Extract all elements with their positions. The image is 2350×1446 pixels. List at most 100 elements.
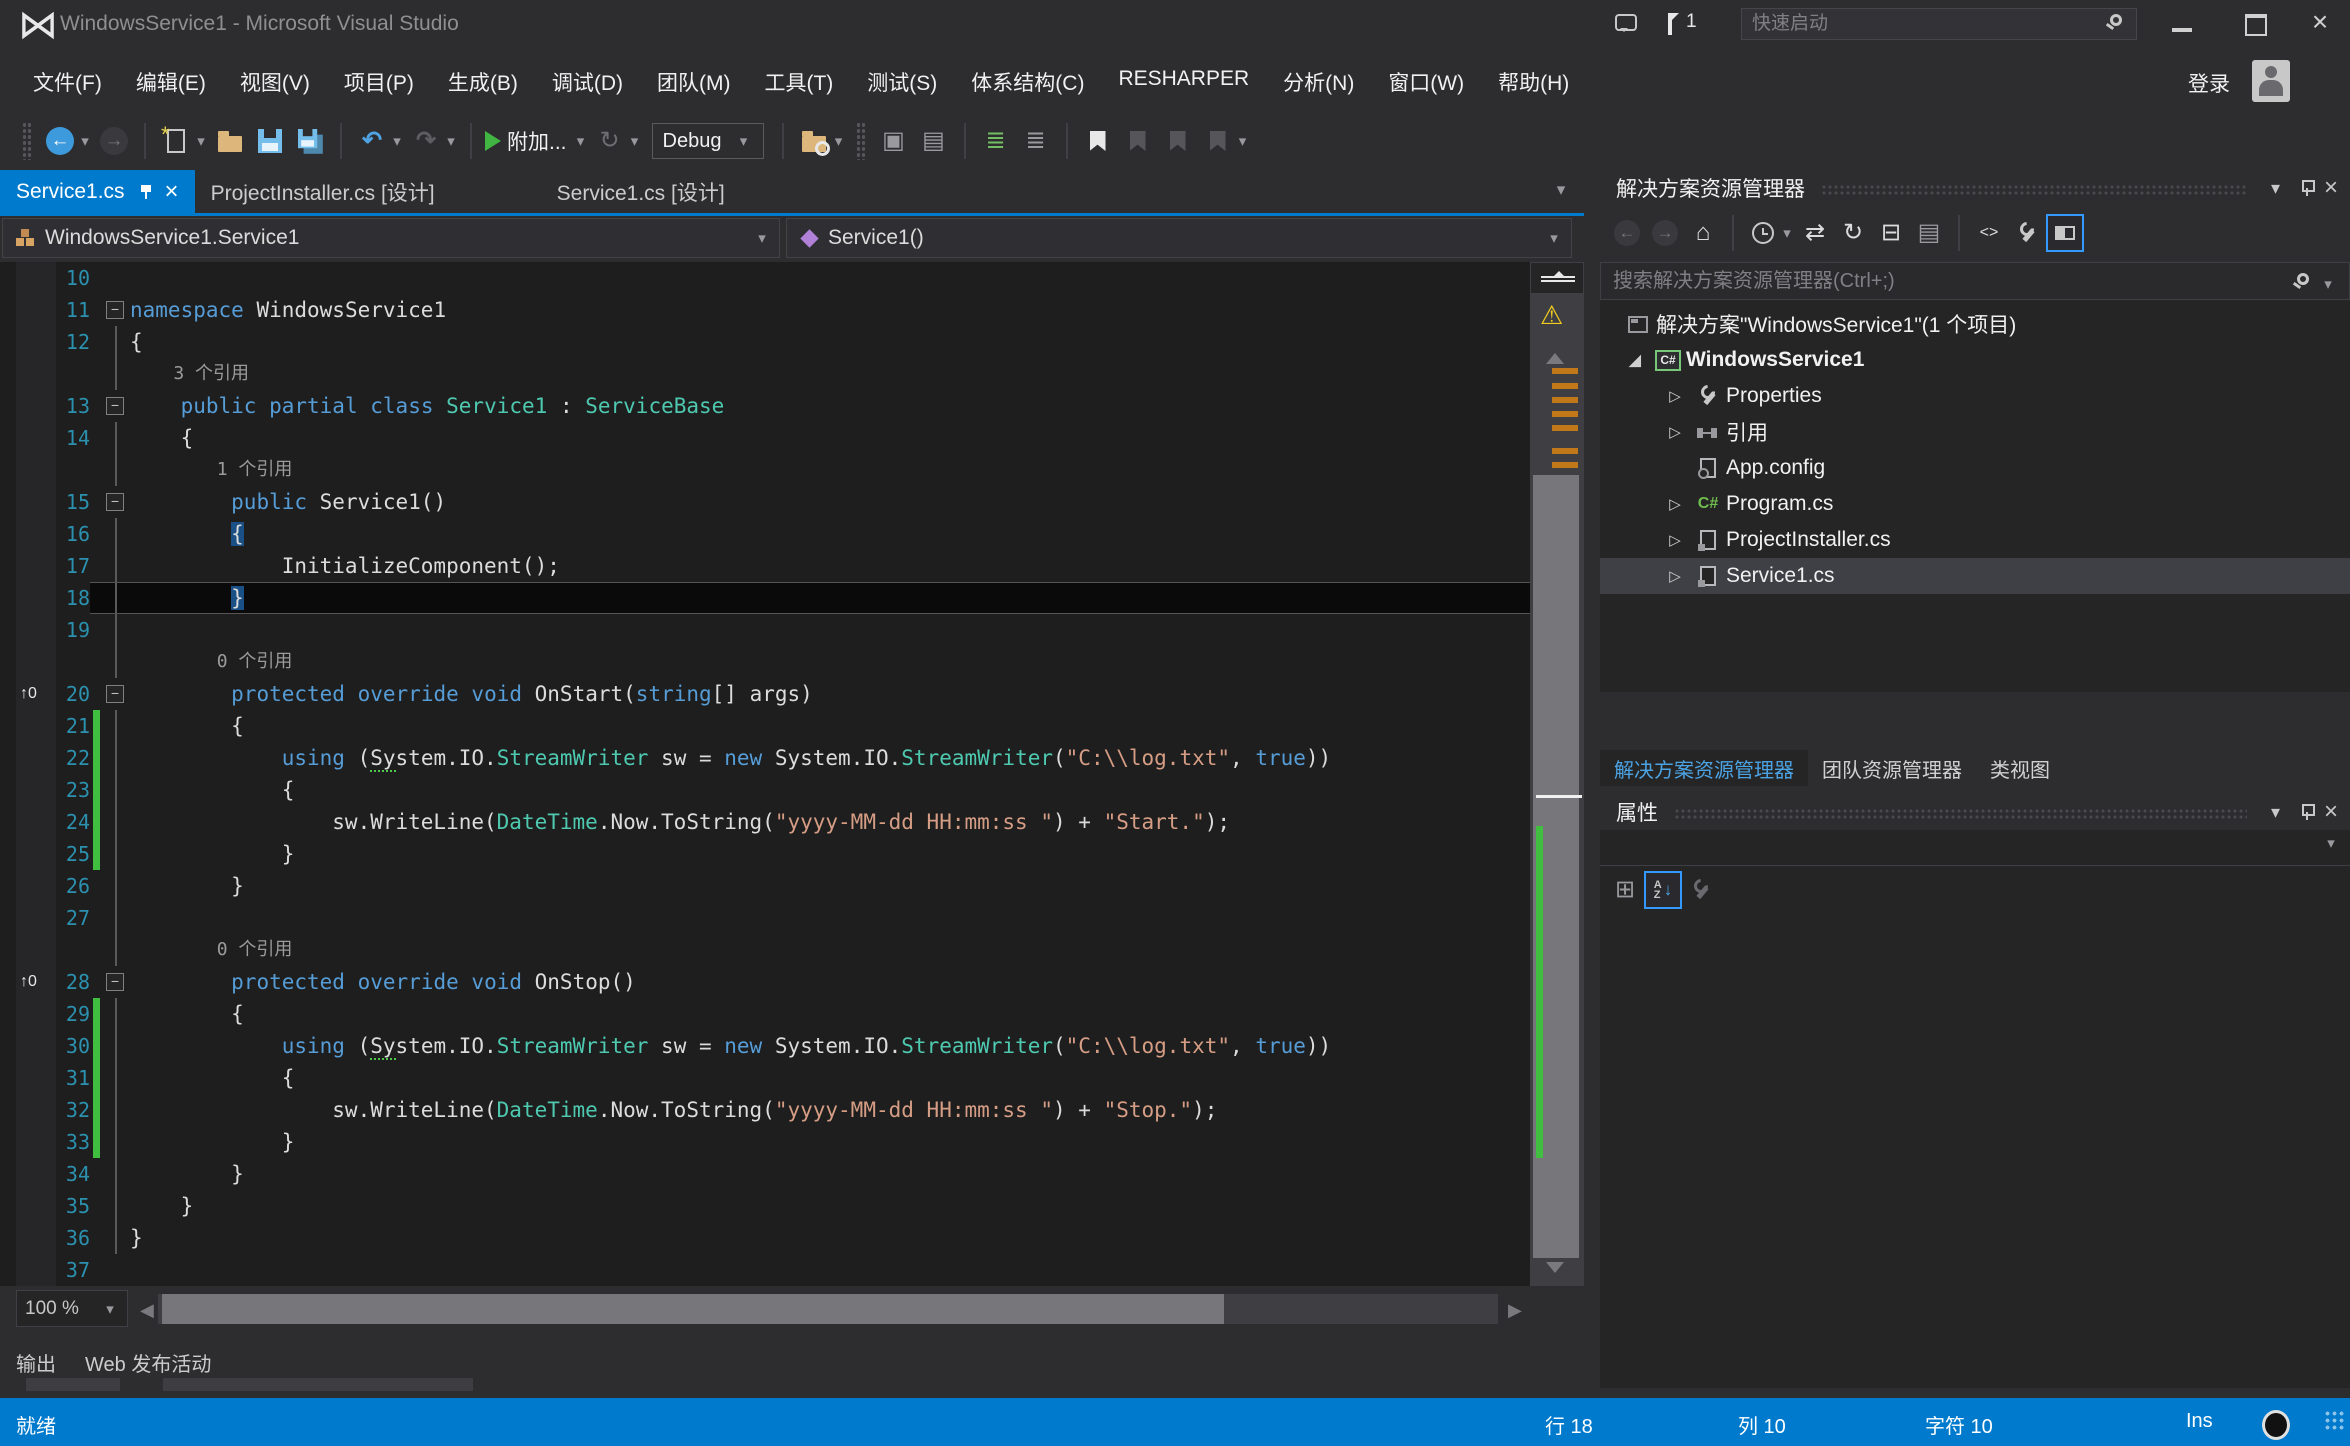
breakpoint-margin[interactable] xyxy=(16,806,56,838)
code-line[interactable]: 0 个引用 xyxy=(130,934,1530,966)
breakpoint-margin[interactable]: ↑0 xyxy=(16,678,56,710)
fold-margin[interactable]: − xyxy=(102,294,130,326)
start-attach-button[interactable]: 附加... xyxy=(485,124,573,158)
save-button[interactable] xyxy=(253,124,287,158)
dropdown-caret-icon[interactable]: ▾ xyxy=(832,132,846,150)
fold-margin[interactable] xyxy=(102,614,130,646)
code-line[interactable]: } xyxy=(130,838,1530,870)
menu-item-2[interactable]: 视图(V) xyxy=(223,59,327,105)
tree-item-6[interactable]: ▷ProjectInstaller.cs xyxy=(1600,522,2350,558)
menu-item-4[interactable]: 生成(B) xyxy=(431,59,535,105)
breakpoint-margin[interactable] xyxy=(16,1222,56,1254)
navigate-backward-button[interactable]: ← xyxy=(43,124,77,158)
tree-item-2[interactable]: ▷Properties xyxy=(1600,378,2350,414)
pin-icon[interactable] xyxy=(2300,178,2314,198)
code-line[interactable] xyxy=(130,902,1530,934)
breakpoint-margin[interactable]: ↑0 xyxy=(16,966,56,998)
breakpoint-margin[interactable] xyxy=(16,454,56,486)
horizontal-scrollbar-thumb[interactable] xyxy=(162,1294,1224,1324)
dropdown-caret-icon[interactable]: ▾ xyxy=(1236,132,1250,150)
code-line[interactable]: namespace WindowsService1 xyxy=(130,294,1530,326)
fold-margin[interactable] xyxy=(102,1094,130,1126)
output-tab-0[interactable]: 输出 xyxy=(16,1348,56,1377)
menu-item-6[interactable]: 团队(M) xyxy=(640,59,747,105)
breakpoint-margin[interactable] xyxy=(16,934,56,966)
scroll-left-arrow[interactable]: ◀ xyxy=(140,1300,154,1321)
pin-icon[interactable] xyxy=(2300,802,2314,822)
fold-margin[interactable] xyxy=(102,1062,130,1094)
code-line[interactable]: } xyxy=(130,1158,1530,1190)
breakpoint-margin[interactable] xyxy=(16,550,56,582)
scroll-up-arrow[interactable] xyxy=(1546,344,1564,364)
panel-grip[interactable] xyxy=(1674,808,2247,820)
quick-launch-input[interactable]: 快速启动 xyxy=(1741,8,2137,40)
breakpoint-margin[interactable] xyxy=(16,774,56,806)
breakpoint-margin[interactable] xyxy=(16,1126,56,1158)
code-line[interactable]: 0 个引用 xyxy=(130,646,1530,678)
breakpoint-margin[interactable] xyxy=(16,1094,56,1126)
dropdown-caret-icon[interactable]: ▾ xyxy=(1780,224,1794,242)
split-editor-handle[interactable] xyxy=(1530,262,1584,294)
code-line[interactable]: } xyxy=(130,1190,1530,1222)
close-icon[interactable]: × xyxy=(2324,798,2338,826)
fold-margin[interactable]: − xyxy=(102,486,130,518)
vertical-scrollbar-thumb[interactable] xyxy=(1533,475,1579,1258)
fold-margin[interactable] xyxy=(102,1222,130,1254)
fold-margin[interactable] xyxy=(102,326,130,358)
fold-margin[interactable] xyxy=(102,550,130,582)
chevron-down-icon[interactable]: ▾ xyxy=(2321,267,2335,303)
member-dropdown[interactable]: Service1() ▾ xyxy=(786,218,1572,258)
fold-margin[interactable] xyxy=(102,1158,130,1190)
pin-tab-icon[interactable] xyxy=(139,183,153,201)
dropdown-caret-icon[interactable]: ▾ xyxy=(628,132,642,150)
fold-margin[interactable] xyxy=(102,582,130,614)
expander-collapsed-icon[interactable]: ▷ xyxy=(1660,531,1690,549)
code-line[interactable] xyxy=(130,262,1530,294)
dropdown-caret-icon[interactable]: ▾ xyxy=(78,132,92,150)
debug-configuration-combo[interactable]: Debug▾ xyxy=(652,123,764,159)
menu-item-3[interactable]: 项目(P) xyxy=(327,59,431,105)
close-icon[interactable]: × xyxy=(2324,174,2338,202)
code-line[interactable]: 1 个引用 xyxy=(130,454,1530,486)
breakpoint-margin[interactable] xyxy=(16,1190,56,1222)
close-button[interactable]: × xyxy=(2298,6,2342,40)
tree-item-3[interactable]: ▷引用 xyxy=(1600,414,2350,450)
tab-list-dropdown-icon[interactable]: ▾ xyxy=(1554,180,1568,200)
menu-item-0[interactable]: 文件(F) xyxy=(16,59,119,105)
home-button[interactable]: ⌂ xyxy=(1684,214,1722,252)
tree-item-1[interactable]: ◢C#WindowsService1 xyxy=(1600,342,2350,378)
sign-in-link[interactable]: 登录 xyxy=(2188,68,2230,98)
fold-margin[interactable] xyxy=(102,358,130,390)
code-line[interactable]: using (System.IO.StreamWriter sw = new S… xyxy=(130,1030,1530,1062)
scroll-right-arrow[interactable]: ▶ xyxy=(1508,1300,1522,1321)
breakpoint-margin[interactable] xyxy=(16,486,56,518)
menu-item-13[interactable]: 帮助(H) xyxy=(1481,59,1586,105)
breakpoint-margin[interactable] xyxy=(16,710,56,742)
dropdown-caret-icon[interactable]: ▾ xyxy=(444,132,458,150)
navigate-to-button[interactable]: ▣ xyxy=(877,124,911,158)
breakpoint-margin[interactable] xyxy=(16,902,56,934)
fold-margin[interactable] xyxy=(102,262,130,294)
fold-margin[interactable] xyxy=(102,1126,130,1158)
collapse-region-icon[interactable]: − xyxy=(106,301,124,319)
breakpoint-margin[interactable] xyxy=(16,614,56,646)
explorer-tab-1[interactable]: 团队资源管理器 xyxy=(1808,750,1976,786)
breakpoint-margin[interactable] xyxy=(16,870,56,902)
show-all-files-button[interactable]: ▤ xyxy=(1910,214,1948,252)
toolbar-grip[interactable] xyxy=(856,122,866,160)
code-line[interactable]: InitializeComponent(); xyxy=(130,550,1530,582)
code-line[interactable] xyxy=(130,1254,1530,1286)
code-line[interactable]: sw.WriteLine(DateTime.Now.ToString("yyyy… xyxy=(130,1094,1530,1126)
comment-lines-button[interactable]: ≣ xyxy=(979,124,1013,158)
property-pages-icon[interactable] xyxy=(1682,871,1720,909)
preview-selected-items-button[interactable] xyxy=(2046,214,2084,252)
collapse-region-icon[interactable]: − xyxy=(106,397,124,415)
minimize-button[interactable] xyxy=(2160,6,2204,40)
breakpoint-margin[interactable] xyxy=(16,422,56,454)
dropdown-caret-icon[interactable]: ▾ xyxy=(574,132,588,150)
explorer-tab-0[interactable]: 解决方案资源管理器 xyxy=(1600,750,1808,786)
fold-margin[interactable] xyxy=(102,518,130,550)
fold-margin[interactable] xyxy=(102,870,130,902)
breakpoint-margin[interactable] xyxy=(16,838,56,870)
breakpoint-margin[interactable] xyxy=(16,358,56,390)
